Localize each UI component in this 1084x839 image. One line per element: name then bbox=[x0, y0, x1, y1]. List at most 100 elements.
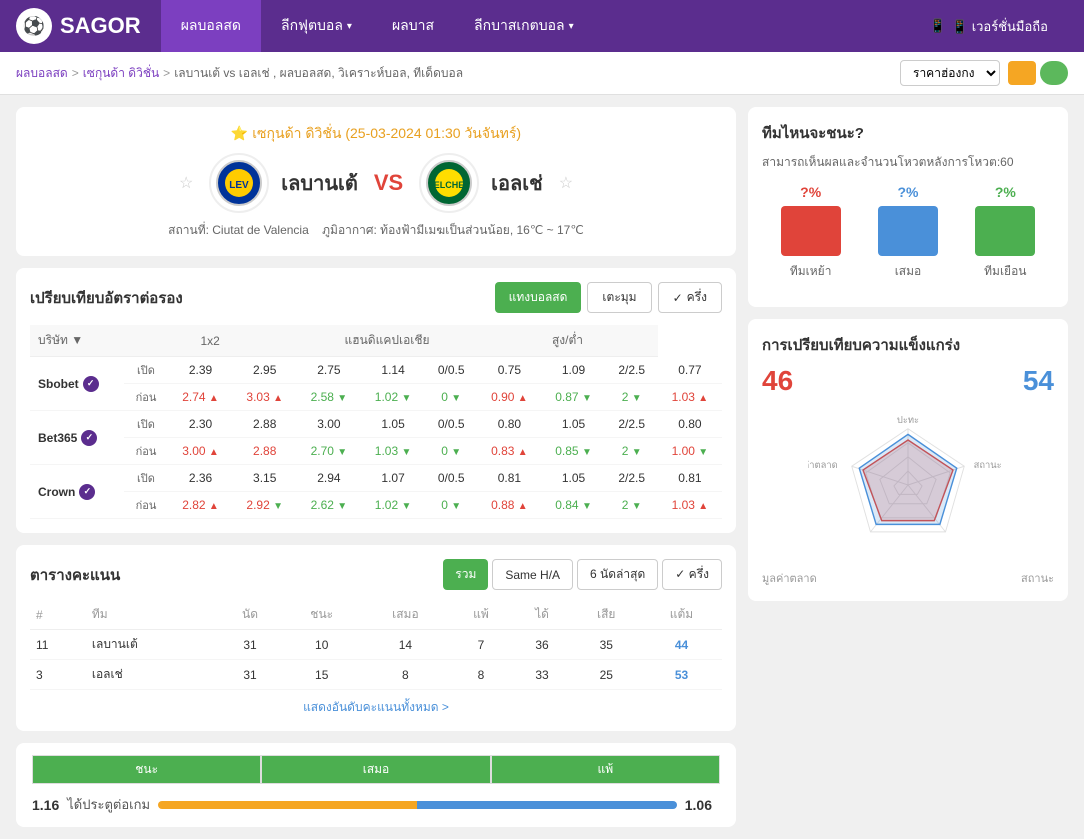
odds-hl2-close: 1.03 ▲ bbox=[658, 384, 722, 411]
odds-table: บริษัท ▼ 1x2 แฮนดิแคปเอเชีย สูง/ต่ำ Sbob… bbox=[30, 325, 722, 519]
nav-right: 📱 📱 เวอร์ชั่นมือถือ bbox=[910, 0, 1068, 52]
standings-header: ตารางคะแนน รวม Same H/A 6 นัดล่าสุด ✓ คร… bbox=[30, 559, 722, 590]
odds-h2-open: 2.88 bbox=[233, 411, 297, 438]
odds-hl-line-open: 2/2.5 bbox=[606, 357, 658, 384]
company-cell: Sbobet ✓ bbox=[30, 357, 124, 411]
win-tab[interactable]: ชนะ bbox=[32, 755, 261, 784]
table-row: Crown ✓ เปิด 2.36 3.15 2.94 1.07 0/0.5 0… bbox=[30, 465, 722, 492]
nav-item-live[interactable]: ผลบอลสด bbox=[161, 0, 261, 52]
odds-h2-open: 3.15 bbox=[233, 465, 297, 492]
away-team-side: เอลเช่ ELCHE bbox=[419, 153, 543, 213]
progress-bar bbox=[158, 801, 677, 809]
odds-hcap-low-open: 0.75 bbox=[477, 357, 541, 384]
price-select[interactable]: ราคาฮ่องกง bbox=[900, 60, 1000, 86]
nav-item-mobile[interactable]: 📱 📱 เวอร์ชั่นมือถือ bbox=[910, 0, 1068, 52]
breadcrumb-home[interactable]: ผลบอลสด bbox=[16, 64, 68, 83]
strength-right-num: 54 bbox=[1023, 365, 1054, 397]
match-date: 25-03-2024 01:30 วันจันทร์ bbox=[350, 125, 516, 141]
nav-item-basketball-league[interactable]: ลีกบาสเกตบอล ▾ bbox=[454, 0, 594, 52]
match-info: สถานที่: Ciutat de Valencia ภูมิอากาศ: ท… bbox=[32, 221, 720, 240]
strength-nums: 46 54 bbox=[762, 365, 1054, 397]
team-cell: เลบานเต้ bbox=[86, 630, 218, 660]
progress-blue bbox=[417, 801, 676, 809]
odds-h1-open: 2.36 bbox=[168, 465, 232, 492]
nav-item-league[interactable]: ลีกฟุตบอล ▾ bbox=[261, 0, 372, 52]
row-open-label: เปิด bbox=[124, 411, 169, 438]
lost-cell: 8 bbox=[449, 660, 512, 690]
won-cell: 10 bbox=[282, 630, 361, 660]
away-star-icon[interactable]: ☆ bbox=[559, 173, 573, 193]
odds-h2-open: 2.95 bbox=[233, 357, 297, 384]
live-bet-button[interactable]: แทงบอลสด bbox=[495, 282, 582, 313]
odds-h1-open: 2.30 bbox=[168, 411, 232, 438]
nav-label-live: ผลบอลสด bbox=[181, 15, 241, 37]
predict-draw-bar bbox=[878, 206, 938, 256]
odds-hcap-low-open: 0.81 bbox=[477, 465, 541, 492]
tab-same-ha[interactable]: Same H/A bbox=[492, 559, 573, 590]
col-gf: ได้ bbox=[513, 600, 572, 630]
rank-cell: 3 bbox=[30, 660, 86, 690]
odds-h1-close: 3.00 ▲ bbox=[168, 438, 232, 465]
strength-title: การเปรียบเทียบความแข็งแกร่ง bbox=[762, 333, 1054, 357]
drawn-cell: 8 bbox=[361, 660, 449, 690]
predict-draw-label: เสมอ bbox=[895, 262, 922, 281]
company-badge: ✓ bbox=[81, 430, 97, 446]
half-label: ครึ่ง bbox=[687, 288, 707, 307]
vs-label: VS bbox=[374, 170, 403, 196]
tab-all[interactable]: รวม bbox=[443, 559, 488, 590]
svg-text:ปะทะ: ปะทะ bbox=[897, 415, 919, 425]
toggle-btn-green[interactable] bbox=[1040, 61, 1068, 85]
odds-h2-close: 2.92 ▼ bbox=[233, 492, 297, 519]
odds-hl1-close: 0.87 ▼ bbox=[541, 384, 605, 411]
corner-button[interactable]: เตะมุม bbox=[587, 282, 651, 313]
company-name: Bet365 ✓ bbox=[38, 430, 116, 446]
odds-hcap-low-close: 0.90 ▲ bbox=[477, 384, 541, 411]
show-all-link[interactable]: แสดงอันดับคะแนนทั้งหมด > bbox=[303, 700, 449, 714]
gf-cell: 36 bbox=[513, 630, 572, 660]
chevron-down-icon: ▾ bbox=[347, 21, 352, 32]
odds-hcap-open: 1.07 bbox=[361, 465, 425, 492]
pts-cell: 44 bbox=[641, 630, 722, 660]
odds-hl1-close: 0.85 ▼ bbox=[541, 438, 605, 465]
toggle-btn-orange[interactable] bbox=[1008, 61, 1036, 85]
odds-h1-close: 2.82 ▲ bbox=[168, 492, 232, 519]
table-row: Sbobet ✓ เปิด 2.39 2.95 2.75 1.14 0/0.5 … bbox=[30, 357, 722, 384]
tab-half[interactable]: ✓ ครึ่ง bbox=[662, 559, 722, 590]
rank-cell: 11 bbox=[30, 630, 86, 660]
table-row: 3 เอลเช่ 31 15 8 8 33 25 53 bbox=[30, 660, 722, 690]
odds-h3-open: 3.00 bbox=[297, 411, 361, 438]
draw-tab[interactable]: เสมอ bbox=[261, 755, 490, 784]
breadcrumb-league[interactable]: เซกุนด้า ดิวิชั่น bbox=[83, 64, 159, 83]
breadcrumb-sep-1: > bbox=[72, 66, 79, 80]
odds-title: เปรียบเทียบอัตราต่อรอง bbox=[30, 286, 183, 310]
odds-h2-close: 2.88 bbox=[233, 438, 297, 465]
lose-tab[interactable]: แพ้ bbox=[491, 755, 720, 784]
odds-hcap-close: 1.03 ▼ bbox=[361, 438, 425, 465]
col-1x2: 1x2 bbox=[124, 325, 297, 357]
col-won: ชนะ bbox=[282, 600, 361, 630]
row-close-label: ก่อน bbox=[124, 384, 169, 411]
tab-last6[interactable]: 6 นัดล่าสุด bbox=[577, 559, 658, 590]
gf-cell: 33 bbox=[513, 660, 572, 690]
col-company: บริษัท ▼ bbox=[30, 325, 124, 357]
col-handicap: แฮนดิแคปเอเชีย bbox=[297, 325, 477, 357]
breadcrumb: ผลบอลสด > เซกุนด้า ดิวิชั่น > เลบานเต้ v… bbox=[16, 64, 463, 83]
company-name: Sbobet ✓ bbox=[38, 376, 116, 392]
company-name: Crown ✓ bbox=[38, 484, 116, 500]
col-drawn: เสมอ bbox=[361, 600, 449, 630]
standings-title: ตารางคะแนน bbox=[30, 563, 120, 587]
home-star-icon[interactable]: ☆ bbox=[179, 173, 193, 193]
odds-hl2-open: 0.81 bbox=[658, 465, 722, 492]
row-close-label: ก่อน bbox=[124, 492, 169, 519]
nav-item-basketball[interactable]: ผลบาส bbox=[372, 0, 454, 52]
col-team: ทีม bbox=[86, 600, 218, 630]
company-cell: Bet365 ✓ bbox=[30, 411, 124, 465]
odds-hl1-open: 1.05 bbox=[541, 411, 605, 438]
half-button[interactable]: ✓ ครึ่ง bbox=[658, 282, 722, 313]
match-weather: ท้องฟ้ามีเมฆเป็นส่วนน้อย, 16℃ ~ 17℃ bbox=[380, 223, 584, 237]
played-cell: 31 bbox=[218, 660, 282, 690]
predict-home-bar bbox=[781, 206, 841, 256]
won-cell: 15 bbox=[282, 660, 361, 690]
score-info: 1.16 ได้ประตูต่อเกม 1.06 bbox=[32, 794, 720, 815]
check-icon: ✓ bbox=[673, 291, 683, 305]
